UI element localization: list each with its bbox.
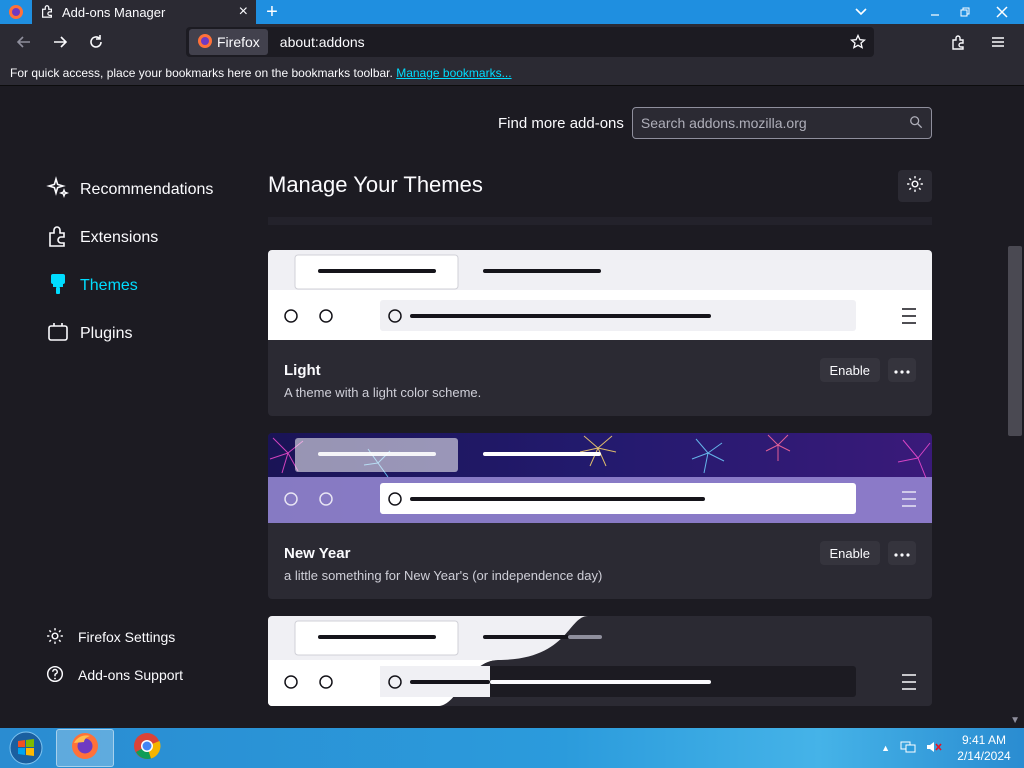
enable-button[interactable]: Enable <box>819 541 880 565</box>
firefox-settings-link[interactable]: Firefox Settings <box>46 618 183 656</box>
tools-gear-button[interactable] <box>898 170 932 202</box>
addons-support-link[interactable]: Add-ons Support <box>46 656 183 694</box>
extensions-button[interactable] <box>940 26 976 58</box>
url-bar[interactable]: Firefox about:addons <box>186 27 874 57</box>
theme-actions: Enable <box>819 541 916 565</box>
theme-card-body: New Year a little something for New Year… <box>268 523 932 599</box>
back-button[interactable] <box>6 26 42 58</box>
tabstrip-spacer <box>288 0 846 24</box>
category-label: Plugins <box>80 325 133 342</box>
ellipsis-icon <box>894 544 910 562</box>
firefox-menu-icon[interactable] <box>0 0 32 24</box>
tab-addons-manager[interactable]: Add-ons Manager × <box>32 0 256 24</box>
theme-card-new-year: New Year a little something for New Year… <box>268 433 932 599</box>
theme-card-body: Light A theme with a light color scheme.… <box>268 340 932 416</box>
plugin-icon <box>46 320 70 349</box>
theme-preview-third <box>268 616 932 706</box>
firefox-logo-icon <box>70 731 100 766</box>
category-label: Themes <box>80 277 138 294</box>
gear-icon <box>46 627 64 648</box>
addons-support-label: Add-ons Support <box>78 667 184 683</box>
new-tab-button[interactable]: + <box>256 0 288 24</box>
enable-button[interactable]: Enable <box>819 358 880 382</box>
paintbrush-icon <box>46 272 70 301</box>
navigation-toolbar: Firefox about:addons <box>0 24 1024 60</box>
puzzle-icon <box>46 224 70 253</box>
theme-description: a little something for New Year's (or in… <box>284 568 603 583</box>
search-placeholder: Search addons.mozilla.org <box>640 115 807 131</box>
more-options-button[interactable] <box>888 358 916 382</box>
toolbar-right <box>940 24 1016 60</box>
system-tray: ▲ 9:41 AM 2/14/2024 <box>881 728 1016 768</box>
taskbar-firefox[interactable] <box>56 729 114 767</box>
gear-icon <box>906 175 924 198</box>
search-icon <box>909 115 923 132</box>
theme-card-alpenglow <box>268 616 932 706</box>
scroll-down-icon[interactable]: ▼ <box>1010 715 1020 726</box>
manage-bookmarks-link[interactable]: Manage bookmarks... <box>396 66 511 80</box>
network-icon[interactable] <box>900 740 916 757</box>
category-themes[interactable]: Themes <box>46 262 213 310</box>
find-more-row: Find more add-ons Search addons.mozilla.… <box>498 107 932 139</box>
ellipsis-icon <box>894 361 910 379</box>
theme-preview-new-year <box>268 433 932 523</box>
close-tab-icon[interactable]: × <box>239 4 248 20</box>
minimize-button[interactable] <box>920 0 950 24</box>
taskbar-chrome[interactable] <box>118 729 176 767</box>
clock-time: 9:41 AM <box>961 733 1007 747</box>
app-menu-button[interactable] <box>980 26 1016 58</box>
firefox-settings-label: Firefox Settings <box>78 629 176 645</box>
category-recommendations[interactable]: Recommendations <box>46 166 213 214</box>
windows-taskbar: ▲ 9:41 AM 2/14/2024 <box>0 728 1024 768</box>
bookmark-star-icon[interactable] <box>842 34 874 50</box>
theme-card-light: Light A theme with a light color scheme.… <box>268 250 932 416</box>
reload-button[interactable] <box>78 26 114 58</box>
theme-description: A theme with a light color scheme. <box>284 385 482 400</box>
search-addons-input[interactable]: Search addons.mozilla.org <box>631 107 932 139</box>
bookmarks-hint: For quick access, place your bookmarks h… <box>10 66 393 80</box>
clock[interactable]: 9:41 AM 2/14/2024 <box>952 732 1016 764</box>
page-title: Manage Your Themes <box>268 172 483 197</box>
addons-content: Find more add-ons Search addons.mozilla.… <box>0 86 1024 728</box>
identity-label: Firefox <box>217 34 260 50</box>
clock-date: 2/14/2024 <box>957 749 1011 763</box>
bookmarks-toolbar: For quick access, place your bookmarks h… <box>0 60 1024 86</box>
more-options-button[interactable] <box>888 541 916 565</box>
show-hidden-icons-icon[interactable]: ▲ <box>881 743 890 753</box>
category-plugins[interactable]: Plugins <box>46 310 213 358</box>
scrollbar-thumb[interactable] <box>1008 246 1022 436</box>
puzzle-icon <box>40 4 54 21</box>
sparkle-icon <box>46 175 70 205</box>
help-icon <box>46 665 64 686</box>
restore-button[interactable] <box>950 0 980 24</box>
page-scrollbar[interactable]: ▼ <box>1006 86 1024 728</box>
sidebar-footer: Firefox Settings Add-ons Support <box>46 618 183 694</box>
volume-muted-icon[interactable] <box>926 740 942 757</box>
close-window-button[interactable] <box>980 0 1024 24</box>
category-extensions[interactable]: Extensions <box>46 214 213 262</box>
list-all-tabs-icon[interactable] <box>846 0 876 24</box>
forward-button[interactable] <box>42 26 78 58</box>
section-divider <box>268 217 932 225</box>
chrome-logo-icon <box>132 731 162 766</box>
tab-strip: Add-ons Manager × + <box>0 0 1024 24</box>
category-sidebar: Recommendations Extensions Themes Plugin… <box>46 166 213 358</box>
url-text[interactable]: about:addons <box>280 34 842 50</box>
tab-title: Add-ons Manager <box>62 4 166 20</box>
firefox-logo-icon <box>197 33 213 52</box>
category-label: Recommendations <box>80 181 214 198</box>
start-button[interactable] <box>0 728 52 768</box>
theme-preview-light <box>268 250 932 340</box>
identity-box[interactable]: Firefox <box>189 29 268 55</box>
theme-actions: Enable <box>819 358 916 382</box>
find-more-label: Find more add-ons <box>498 114 624 132</box>
category-label: Extensions <box>80 229 159 246</box>
